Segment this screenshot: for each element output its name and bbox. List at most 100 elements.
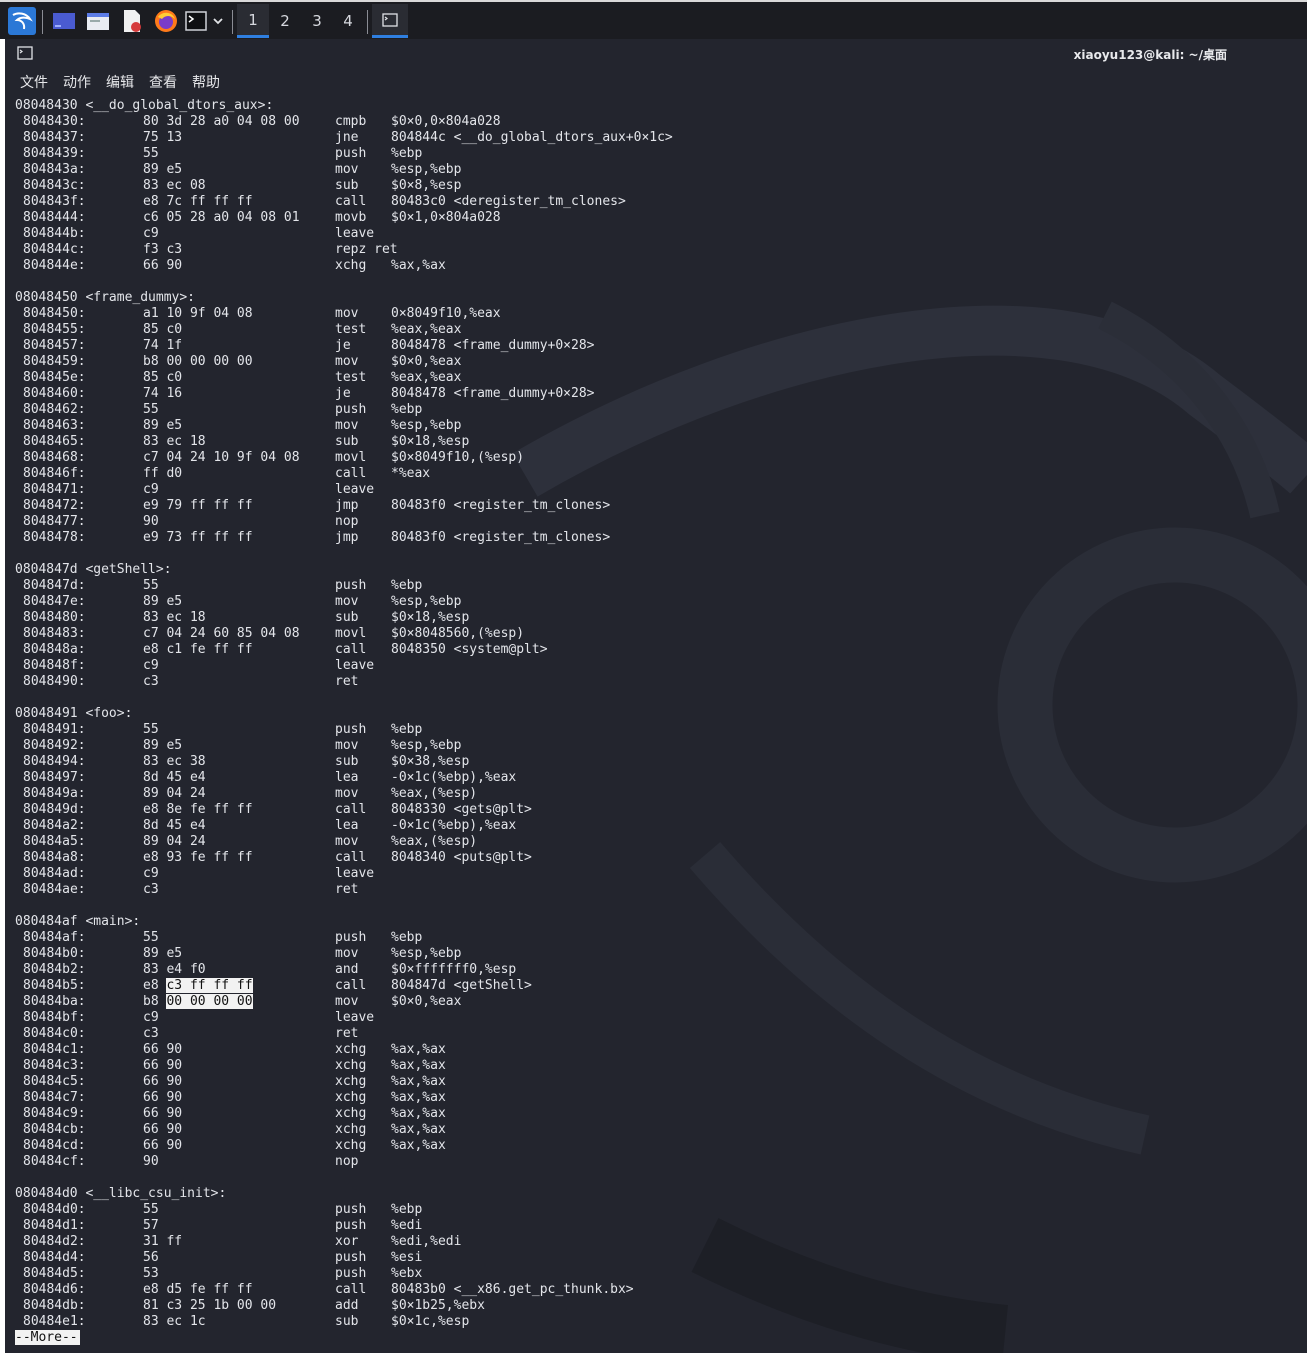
- menu-help[interactable]: 帮助: [192, 72, 220, 92]
- operands: %esp,%ebp: [391, 594, 462, 609]
- operands: 8048340 <puts@plt>: [391, 850, 532, 865]
- operands: $0×1b25,%ebx: [391, 1298, 485, 1313]
- instruction-address: 8048483:: [23, 626, 86, 641]
- menu-file[interactable]: 文件: [20, 72, 48, 92]
- instruction-bytes: 80 3d 28 a0 04 08 00: [143, 114, 300, 130]
- operands: *%eax: [391, 466, 431, 481]
- mnemonic: mov: [335, 834, 359, 849]
- desktop-icon[interactable]: [50, 7, 78, 35]
- mnemonic: sub: [335, 754, 359, 769]
- kali-menu-icon[interactable]: [7, 7, 37, 35]
- opcode-bytes: b8: [143, 994, 167, 1009]
- opcode-bytes: 75 13: [143, 130, 183, 145]
- operands: 8048478 <frame_dummy+0×28>: [391, 386, 595, 401]
- file-manager-icon[interactable]: [84, 7, 112, 35]
- opcode-bytes: c9: [143, 658, 159, 673]
- mnemonic: call: [335, 194, 367, 209]
- disasm-line: 804847d: 55 push %ebp: [15, 578, 1307, 594]
- opcode-bytes: 83 ec 1c: [143, 1314, 206, 1329]
- disasm-line: 8048472: e9 79 ff ff ff jmp 80483f0 <regist…: [15, 498, 1307, 514]
- menu-view[interactable]: 查看: [149, 72, 177, 92]
- mnemonic: mov: [335, 594, 359, 609]
- instruction-bytes: c9: [143, 1010, 159, 1026]
- opcode-bytes: 74 16: [143, 386, 183, 401]
- operands: 80483f0 <register_tm_clones>: [391, 498, 611, 513]
- operands: $0×0,%eax: [391, 354, 462, 369]
- opcode-bytes: c9: [143, 1010, 159, 1025]
- disasm-line: 80484d6: e8 d5 fe ff ff call 80483b0 <__x86…: [15, 1282, 1307, 1298]
- operands: %esp,%ebp: [391, 738, 462, 753]
- instruction-bytes: 75 13: [143, 130, 182, 146]
- instruction-address: 80484d4:: [23, 1250, 86, 1265]
- opcode-bytes: 89 e5: [143, 162, 183, 177]
- disasm-line: 8048483: c7 04 24 60 85 04 08 movl $0×80485…: [15, 626, 1307, 642]
- mnemonic: nop: [335, 1154, 359, 1169]
- disasm-line: 80484ba: b8 00 00 00 00 mov $0×0,%eax: [15, 994, 1307, 1010]
- mnemonic: mov: [335, 162, 359, 177]
- text-editor-icon[interactable]: [118, 7, 146, 35]
- firefox-icon[interactable]: [152, 7, 180, 35]
- instruction-address: 80484cd:: [23, 1138, 86, 1153]
- operands: 80483b0 <__x86.get_pc_thunk.bx>: [391, 1282, 634, 1297]
- terminal-icon[interactable]: [184, 7, 208, 35]
- operands: 8048478 <frame_dummy+0×28>: [391, 338, 595, 353]
- operands: %ebp: [391, 1202, 423, 1217]
- disasm-line: 8048450: a1 10 9f 04 08 mov 0×8049f10,%eax: [15, 306, 1307, 322]
- instruction-bytes: 66 90: [143, 1074, 182, 1090]
- workspace-3[interactable]: 3: [301, 4, 333, 38]
- disasm-line: 804843c: 83 ec 08 sub $0×8,%esp: [15, 178, 1307, 194]
- instruction-address: 80484d0:: [23, 1202, 86, 1217]
- disasm-line: 804848f: c9 leave: [15, 658, 1307, 674]
- chevron-down-icon[interactable]: [210, 7, 226, 35]
- instruction-address: 8048463:: [23, 418, 86, 433]
- opcode-bytes: 66 90: [143, 1138, 183, 1153]
- operands: $0×0,%eax: [391, 994, 462, 1009]
- instruction-bytes: e8 d5 fe ff ff: [143, 1282, 253, 1298]
- workspace-4[interactable]: 4: [332, 4, 364, 38]
- opcode-bytes: e9 73 ff ff ff: [143, 530, 253, 545]
- operands: $0×0,0×804a028: [391, 114, 501, 129]
- opcode-bytes: 8d 45 e4: [143, 770, 206, 785]
- instruction-address: 80484cf:: [23, 1154, 86, 1169]
- window-titlebar[interactable]: xiaoyu123@kali: ~/桌面: [5, 39, 1307, 69]
- menu-action[interactable]: 动作: [63, 72, 91, 92]
- opcode-bytes: c9: [143, 226, 159, 241]
- instruction-bytes: e8 c1 fe ff ff: [143, 642, 253, 658]
- terminal-output[interactable]: 08048430 <__do_global_dtors_aux>: 8048430…: [15, 98, 1307, 1346]
- instruction-bytes: 8d 45 e4: [143, 818, 206, 834]
- disasm-line: 80484d1: 57 push %edi: [15, 1218, 1307, 1234]
- mnemonic: movb: [335, 210, 367, 225]
- opcode-bytes: 89 04 24: [143, 786, 206, 801]
- mnemonic: mov: [335, 306, 359, 321]
- opcode-bytes: 89 04 24: [143, 834, 206, 849]
- more-prompt[interactable]: --More--: [15, 1330, 80, 1345]
- instruction-bytes: 55: [143, 146, 159, 162]
- instruction-address: 80484db:: [23, 1298, 86, 1313]
- disasm-line: 804849d: e8 8e fe ff ff call 8048330 <gets@…: [15, 802, 1307, 818]
- instruction-address: 80484d6:: [23, 1282, 86, 1297]
- disasm-line: 8048460: 74 16 je 8048478 <frame_dummy+0×28…: [15, 386, 1307, 402]
- workspace-1[interactable]: 1: [237, 4, 269, 38]
- opcode-bytes: 89 e5: [143, 418, 183, 433]
- mnemonic: sub: [335, 178, 359, 193]
- disasm-line: 804843f: e8 7c ff ff ff call 80483c0 <dereg…: [15, 194, 1307, 210]
- operands: %edi: [391, 1218, 423, 1233]
- opcode-bytes: 55: [143, 722, 159, 737]
- operands: 80483c0 <deregister_tm_clones>: [391, 194, 626, 209]
- opcode-bytes: e8 7c ff ff ff: [143, 194, 253, 209]
- taskbar-terminal-window[interactable]: [372, 4, 408, 38]
- disasm-line: 804844c: f3 c3 repz ret: [15, 242, 1307, 258]
- operands: $0×8048560,(%esp): [391, 626, 525, 641]
- opcode-bytes: 89 e5: [143, 594, 183, 609]
- workspace-2[interactable]: 2: [269, 4, 301, 38]
- terminal-icon: [17, 46, 33, 60]
- instruction-address: 8048472:: [23, 498, 86, 513]
- menu-edit[interactable]: 编辑: [106, 72, 134, 92]
- instruction-bytes: c7 04 24 10 9f 04 08: [143, 450, 300, 466]
- operands: %eax,%eax: [391, 370, 462, 385]
- disasm-line: 8048437: 75 13 jne 804844c <__do_global_dto…: [15, 130, 1307, 146]
- instruction-bytes: 89 04 24: [143, 834, 206, 850]
- opcode-bytes: 89 e5: [143, 738, 183, 753]
